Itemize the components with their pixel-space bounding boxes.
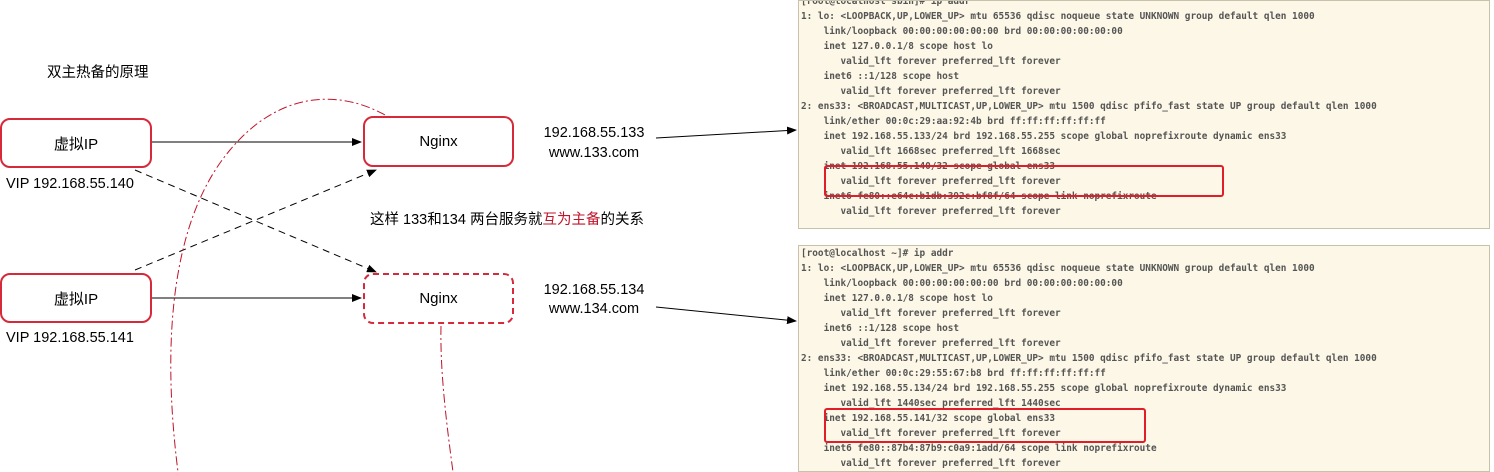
terminal-line: valid_lft forever preferred_lft forever <box>801 86 1061 97</box>
vip-label-2: VIP 192.168.55.141 <box>6 330 134 346</box>
terminal-line: 2: ens33: <BROADCAST,MULTICAST,UP,LOWER_… <box>801 353 1377 364</box>
terminal-line: 2: ens33: <BROADCAST,MULTICAST,UP,LOWER_… <box>801 101 1377 112</box>
server-2-ip: 192.168.55.134 <box>543 282 645 298</box>
vip-box-1: 虚拟IP <box>0 118 152 168</box>
terminal-line: link/loopback 00:00:00:00:00:00 brd 00:0… <box>801 26 1123 37</box>
relationship-note: 这样 133和134 两台服务就互为主备的关系 <box>370 211 644 229</box>
nginx-box-2: Nginx <box>363 273 514 324</box>
heartbeat-curve-left <box>170 98 386 472</box>
note-text-before: 这样 133和134 两台服务就 <box>370 212 543 228</box>
arrow-server2-terminal <box>655 306 797 325</box>
arrow-server1-terminal <box>655 126 797 139</box>
terminal-line: link/loopback 00:00:00:00:00:00 brd 00:0… <box>801 278 1123 289</box>
heartbeat-curve-right <box>440 325 454 472</box>
terminal-line: valid_lft forever preferred_lft forever <box>801 338 1061 349</box>
terminal-line: inet6 fe80::87b4:87b9:c0a9:1add/64 scope… <box>801 443 1157 454</box>
highlight-vip-141 <box>824 408 1146 443</box>
terminal-line: link/ether 00:0c:29:aa:92:4b brd ff:ff:f… <box>801 116 1106 127</box>
note-text-after: 的关系 <box>600 212 644 228</box>
terminal-line: inet 192.168.55.134/24 brd 192.168.55.25… <box>801 383 1287 394</box>
terminal-line: 1: lo: <LOOPBACK,UP,LOWER_UP> mtu 65536 … <box>801 11 1315 22</box>
terminal-line: 1: lo: <LOOPBACK,UP,LOWER_UP> mtu 65536 … <box>801 263 1315 274</box>
vip-label-1: VIP 192.168.55.140 <box>6 176 134 192</box>
terminal-line: inet 127.0.0.1/8 scope host lo <box>801 293 993 304</box>
terminal-line: inet6 ::1/128 scope host <box>801 71 960 82</box>
terminal-line: inet6 ::1/128 scope host <box>801 323 960 334</box>
highlight-vip-140 <box>824 165 1224 197</box>
terminal-line: [root@localhost ~]# ip addr <box>801 248 954 259</box>
server-2-domain: www.134.com <box>548 301 640 317</box>
nginx-box-1: Nginx <box>363 116 514 167</box>
server-1-ip: 192.168.55.133 <box>543 125 645 141</box>
terminal-line: valid_lft forever preferred_lft forever <box>801 458 1061 469</box>
terminal-line: valid_lft forever preferred_lft forever <box>801 308 1061 319</box>
terminal-line: valid_lft forever preferred_lft forever <box>801 206 1061 217</box>
diagram-title: 双主热备的原理 <box>47 65 149 81</box>
terminal-line: link/ether 00:0c:29:55:67:b8 brd ff:ff:f… <box>801 368 1106 379</box>
terminal-line: [root@localhost sbin]# ip addr <box>801 0 971 7</box>
terminal-line: valid_lft 1668sec preferred_lft 1668sec <box>801 146 1061 157</box>
vip-box-2: 虚拟IP <box>0 273 152 323</box>
server-1-domain: www.133.com <box>548 145 640 161</box>
terminal-line: inet 192.168.55.133/24 brd 192.168.55.25… <box>801 131 1287 142</box>
terminal-line: inet 127.0.0.1/8 scope host lo <box>801 41 993 52</box>
note-highlight: 互为主备 <box>542 212 601 228</box>
terminal-line: valid_lft forever preferred_lft forever <box>801 56 1061 67</box>
